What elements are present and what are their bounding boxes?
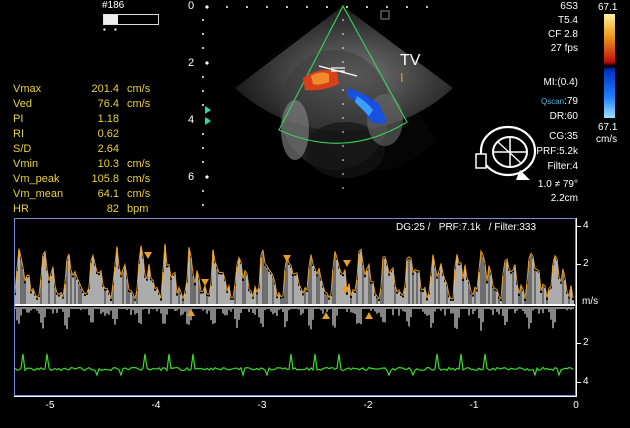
time-tick-minus3: -3	[257, 400, 267, 411]
reverse-flow-spectrum	[15, 307, 574, 331]
echo-sector-image[interactable]	[195, 0, 465, 215]
color-frequency: CF 2.8	[547, 29, 578, 40]
ecg-trace	[15, 353, 574, 378]
time-tick-minus5: -5	[45, 400, 55, 411]
color-scale-bottom: 67.1	[598, 122, 618, 133]
mechanical-index: MI:(0.4)	[543, 77, 578, 88]
cycle-marker-icon	[365, 312, 373, 319]
velocity-tick-2-top: 2	[583, 258, 589, 269]
velocity-tick-2-bottom: 2	[583, 337, 589, 348]
time-tick-minus2: -2	[363, 400, 373, 411]
frame-number: #186	[102, 0, 125, 11]
doppler-spectrum	[15, 243, 575, 378]
time-tick-minus4: -4	[151, 400, 161, 411]
heart-pictogram-icon	[475, 125, 537, 180]
color-velocity-bar	[604, 14, 615, 118]
color-filter: Filter:4	[547, 161, 578, 172]
cycle-marker-icon	[283, 255, 291, 262]
top-dot-scale	[205, 5, 428, 9]
velocity-tick-4-bottom: 4	[583, 376, 589, 387]
depth-label-6: 6	[188, 171, 195, 183]
depth-label-0: 0	[188, 0, 195, 12]
valve-label: TV	[400, 52, 421, 69]
cycle-marker-icon	[343, 260, 351, 267]
probe-orientation-icon	[380, 10, 390, 20]
cycle-marker-icon	[144, 252, 152, 259]
cursor-marker-label: I	[400, 70, 404, 85]
cine-start-marker: ▪	[103, 25, 106, 34]
cycle-marker-icon	[187, 309, 195, 316]
color-scale-unit: cm/s	[596, 134, 618, 145]
time-tick-minus1: -1	[469, 400, 479, 411]
focus-marker-icon	[205, 106, 211, 114]
color-scale-top: 67.1	[598, 2, 618, 13]
qscan-value: Qscan:79	[540, 96, 578, 107]
dynamic-range: DR:60	[549, 111, 578, 122]
cine-progress-bar[interactable]	[103, 14, 159, 25]
gate-depth: 2.2cm	[550, 193, 578, 204]
probe-model: 6S3	[560, 1, 578, 12]
forward-flow-spectrum	[15, 245, 574, 305]
frame-rate: 27 fps	[550, 43, 578, 54]
qscan-label: Qscan	[540, 97, 565, 106]
cine-current-marker: ▪	[114, 25, 117, 34]
depth-label-4: 4	[188, 114, 195, 126]
depth-label-2: 2	[188, 57, 195, 69]
cycle-marker-icon	[201, 279, 209, 286]
velocity-tick-4-top: 4	[583, 220, 589, 231]
probe-t-index: T5.4	[557, 15, 578, 26]
color-gain: CG:35	[549, 131, 578, 142]
cine-progress-fill	[104, 15, 118, 24]
time-tick-0: 0	[573, 400, 579, 411]
velocity-unit: m/s	[582, 296, 599, 307]
velocity-axis	[576, 218, 577, 396]
time-axis	[14, 396, 577, 397]
